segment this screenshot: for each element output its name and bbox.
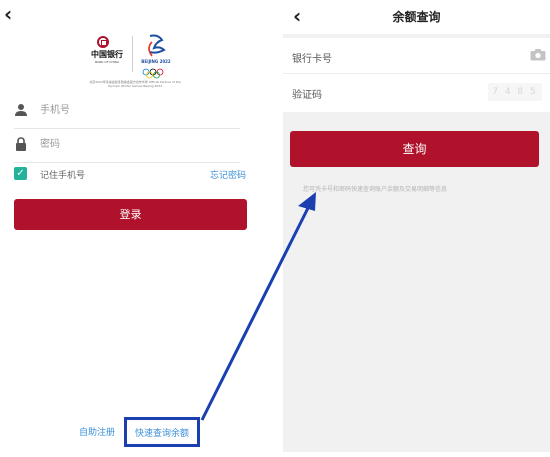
phone-placeholder: 手机号 [40,105,70,116]
bank-name-cn: 中国银行 [91,49,123,59]
phone-field[interactable]: 手机号 [14,97,240,129]
remember-checkbox[interactable]: ✓ [14,167,27,180]
back-arrow-icon[interactable]: ‹ [4,4,12,24]
card-number-field[interactable]: 银行卡号 [283,38,550,74]
query-form: 银行卡号 验证码 7 4 8 5 [283,38,550,112]
captcha-label: 验证码 [292,90,322,101]
captcha-field[interactable]: 验证码 7 4 8 5 [283,74,550,110]
sponsor-logo: 中国银行 BANK OF CHINA BEIJING 2022 北京2022年冬… [84,32,186,90]
user-icon [15,104,27,116]
query-button[interactable]: 查询 [290,131,539,167]
password-field[interactable]: 密码 [14,131,240,163]
login-button[interactable]: 登录 [14,199,247,230]
logo-divider [132,36,133,72]
hint-text: 您可凭卡号和密码快速查询账户余额及交易明细等信息 [303,186,448,193]
forgot-password-link[interactable]: 忘记密码 [210,168,246,181]
camera-icon[interactable] [530,48,546,61]
lock-icon [16,137,26,151]
remember-label: 记住手机号 [40,171,86,181]
page-title: 余额查询 [392,10,441,24]
quick-query-link[interactable]: 快速查询余额 [135,426,189,439]
password-placeholder: 密码 [40,139,60,150]
olympic-emblem-icon [142,34,166,79]
sponsor-text: 北京2022年冬奥会和冬残奥会官方合作伙伴 Official Partner o… [89,80,181,88]
quick-query-highlight: 快速查询余额 [124,417,200,447]
login-screen: ‹ 中国银行 BANK OF CHINA BEIJING 2022 北京2022… [0,0,275,457]
card-number-label: 银行卡号 [292,54,332,65]
captcha-image[interactable]: 7 4 8 5 [488,83,542,101]
balance-query-screen: ‹ 余额查询 银行卡号 验证码 7 4 8 5 查询 您可凭卡号和密码快速查询账… [283,0,550,452]
self-register-link[interactable]: 自助注册 [79,425,115,438]
top-bar: ‹ 余额查询 [283,0,550,34]
bank-name-en: BANK OF CHINA [95,60,119,64]
remember-row: ✓ 记住手机号 忘记密码 [14,167,246,183]
olympic-text: BEIJING 2022 [141,59,171,64]
boc-emblem-icon [97,36,109,48]
